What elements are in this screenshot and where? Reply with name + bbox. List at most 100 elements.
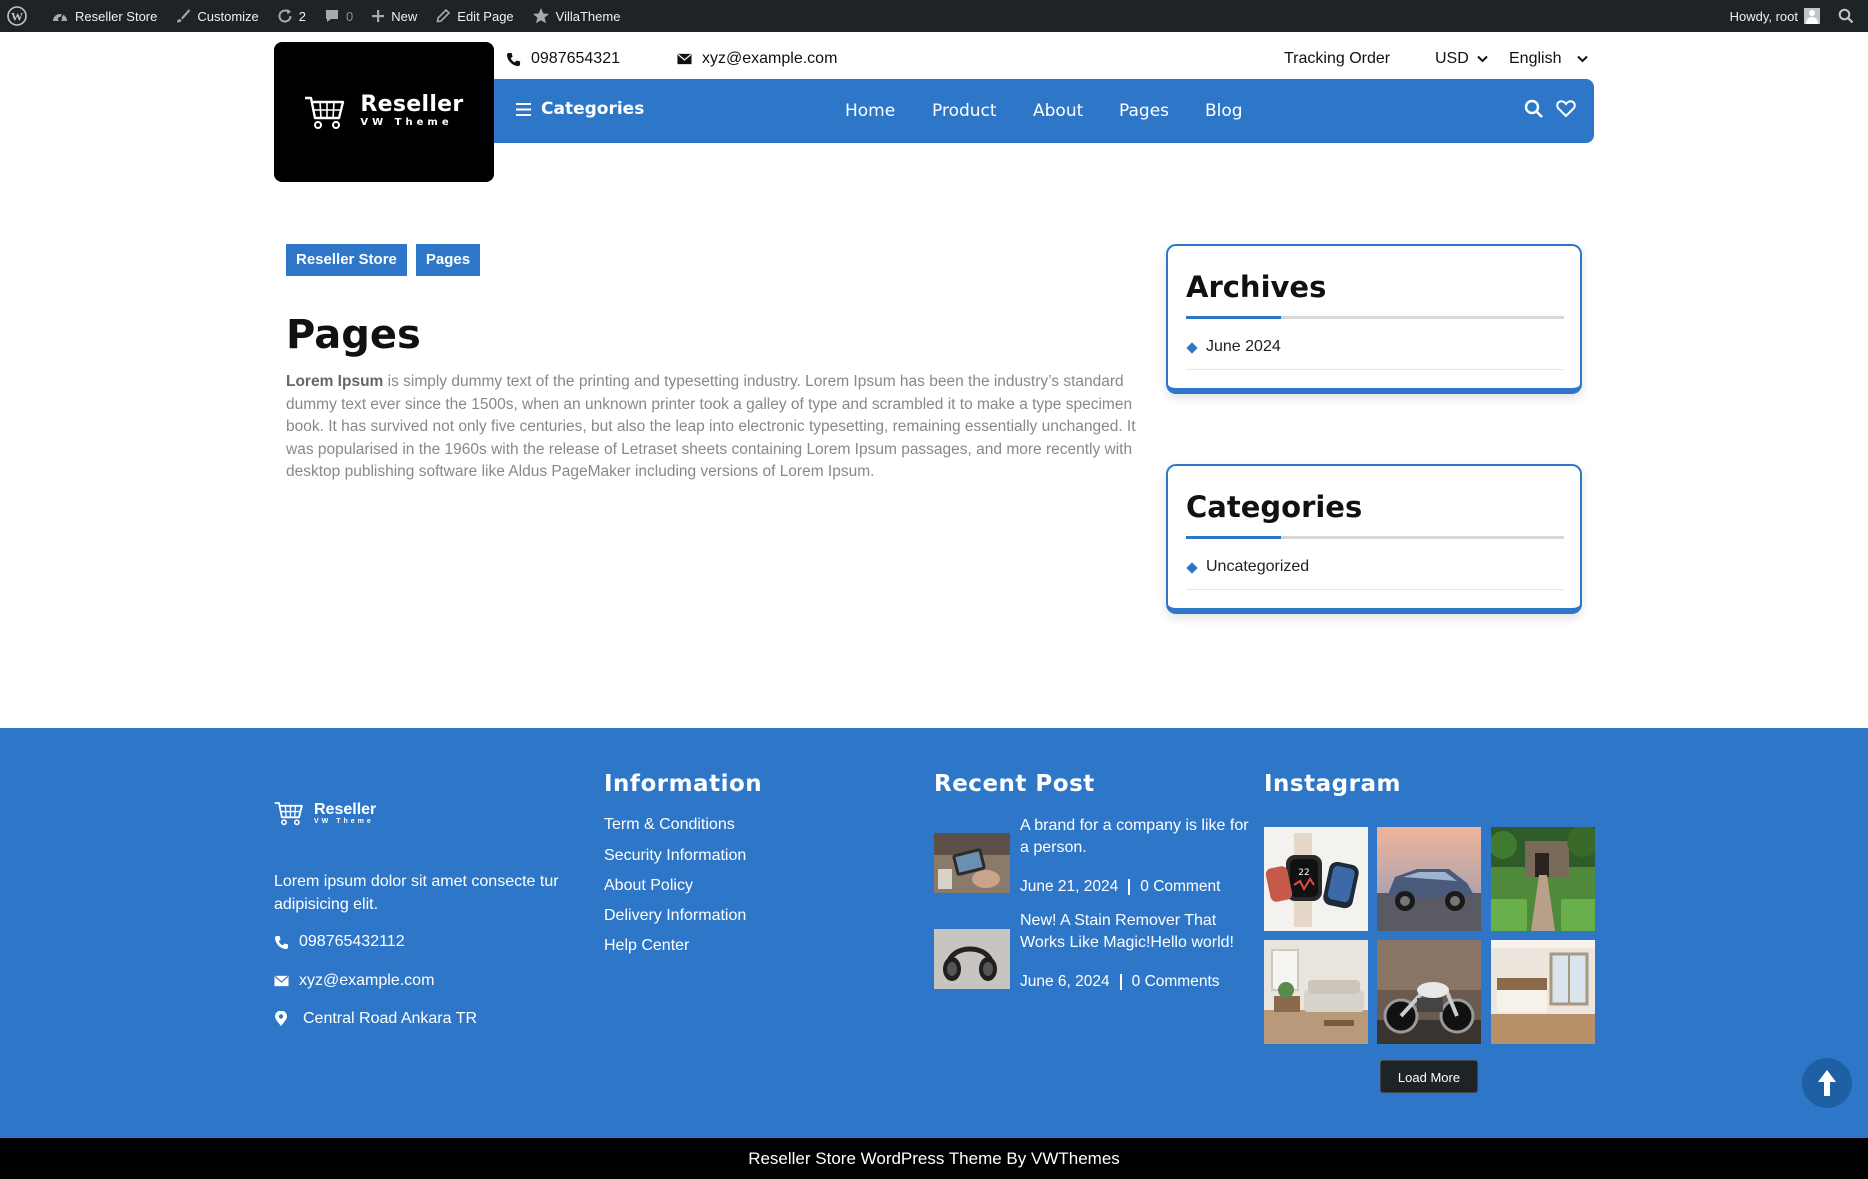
recent-post-comments[interactable]: 0 Comments xyxy=(1132,973,1220,991)
villatheme-menu[interactable]: VillaTheme xyxy=(523,0,630,32)
hamburger-icon xyxy=(516,102,531,116)
information-heading: Information xyxy=(604,771,763,797)
nav-product[interactable]: Product xyxy=(932,101,997,121)
footer-email-text: xyz@example.com xyxy=(299,972,435,989)
footer-link-about-policy[interactable]: About Policy xyxy=(604,877,693,895)
nav-pages[interactable]: Pages xyxy=(1119,101,1169,121)
categories-widget: Categories Uncategorized xyxy=(1166,464,1582,614)
language-select[interactable]: English xyxy=(1509,50,1598,68)
footer-logo[interactable]: Reseller VW Theme xyxy=(274,800,376,826)
footer-link-security[interactable]: Security Information xyxy=(604,847,746,865)
updates-icon xyxy=(278,9,292,23)
recent-post-title[interactable]: New! A Stain Remover That Works Like Mag… xyxy=(1020,910,1260,954)
admin-search-button[interactable] xyxy=(1829,0,1868,32)
meta-divider xyxy=(1119,974,1122,990)
site-logo[interactable]: Reseller VW Theme xyxy=(274,42,494,182)
archives-widget: Archives June 2024 xyxy=(1166,244,1582,394)
page-title: Pages xyxy=(286,312,421,358)
villatheme-label: VillaTheme xyxy=(555,8,621,24)
recent-post-title[interactable]: A brand for a company is like for a pers… xyxy=(1020,815,1260,859)
post-image-phone-desk xyxy=(934,833,1010,893)
search-icon[interactable] xyxy=(1524,99,1544,119)
logo-subtitle: VW Theme xyxy=(360,117,453,128)
logo-title: Reseller xyxy=(360,92,464,117)
category-item-uncategorized[interactable]: Uncategorized xyxy=(1186,558,1564,590)
new-content-menu[interactable]: New xyxy=(362,0,426,32)
nav-home[interactable]: Home xyxy=(845,101,895,121)
footer-email[interactable]: xyz@example.com xyxy=(274,972,434,990)
categories-menu-button[interactable]: Categories xyxy=(516,99,644,119)
top-info-bar: 0987654321 xyz@example.com Tracking Orde… xyxy=(494,42,1594,78)
footer-address-text: Central Road Ankara TR xyxy=(303,1010,478,1027)
site-name-label: Reseller Store xyxy=(75,8,158,24)
tracking-order-link[interactable]: Tracking Order xyxy=(1284,50,1390,68)
footer-link-help-center[interactable]: Help Center xyxy=(604,937,689,955)
footer-logo-subtitle: VW Theme xyxy=(314,817,374,825)
instagram-photo xyxy=(1377,827,1481,931)
categories-label: Categories xyxy=(541,99,645,119)
my-account-menu[interactable]: Howdy, root xyxy=(1721,0,1829,32)
breadcrumb-current: Pages xyxy=(415,244,481,276)
instagram-image-motorcycle[interactable] xyxy=(1377,940,1481,1044)
categories-title: Categories xyxy=(1186,490,1363,524)
instagram-image-garden-path[interactable] xyxy=(1491,827,1595,931)
instagram-image-car[interactable] xyxy=(1377,827,1481,931)
phone-icon xyxy=(274,935,289,949)
header-email-text: xyz@example.com xyxy=(702,50,838,67)
instagram-photo xyxy=(1491,940,1595,1044)
recent-post-comments[interactable]: 0 Comment xyxy=(1140,878,1220,896)
breadcrumb-home[interactable]: Reseller Store xyxy=(286,244,407,276)
footer-phone-text: 098765432112 xyxy=(299,933,405,950)
nav-about[interactable]: About xyxy=(1033,101,1083,121)
instagram-photo xyxy=(1491,827,1595,931)
widget-underline xyxy=(1186,536,1564,539)
header-phone[interactable]: 0987654321 xyxy=(506,50,620,68)
footer-phone[interactable]: 098765432112 xyxy=(274,933,405,951)
customize-label: Customize xyxy=(197,8,259,24)
header-email[interactable]: xyz@example.com xyxy=(677,50,837,68)
updates-link[interactable]: 2 xyxy=(268,0,315,32)
instagram-image-bedroom[interactable] xyxy=(1491,940,1595,1044)
instagram-image-smartwatch[interactable]: 22 xyxy=(1264,827,1368,931)
instagram-photo xyxy=(1377,940,1481,1044)
wordpress-logo-menu[interactable]: W xyxy=(0,0,42,32)
load-more-button[interactable]: Load More xyxy=(1380,1060,1478,1093)
footer-link-delivery[interactable]: Delivery Information xyxy=(604,907,746,925)
footer-description: Lorem ipsum dolor sit amet consecte tur … xyxy=(274,873,559,913)
paintbrush-icon xyxy=(177,9,191,23)
svg-text:W: W xyxy=(11,10,23,24)
archive-item-label: June 2024 xyxy=(1206,338,1281,355)
edit-page-link[interactable]: Edit Page xyxy=(426,0,522,32)
instagram-heading: Instagram xyxy=(1264,771,1401,797)
archive-item-june-2024[interactable]: June 2024 xyxy=(1186,338,1564,370)
chevron-down-icon xyxy=(1477,55,1488,63)
currency-select[interactable]: USD xyxy=(1435,50,1498,68)
phone-icon xyxy=(506,52,521,66)
copyright-text[interactable]: Reseller Store WordPress Theme By VWThem… xyxy=(748,1149,1120,1168)
star-icon xyxy=(532,8,549,24)
diamond-bullet-icon xyxy=(1186,562,1198,574)
scroll-to-top-button[interactable] xyxy=(1802,1058,1852,1108)
comments-link[interactable]: 0 xyxy=(315,0,362,32)
wp-admin-bar: W Reseller Store Customize 2 0 New Edit … xyxy=(0,0,1868,32)
heart-icon[interactable] xyxy=(1556,99,1576,118)
plus-icon xyxy=(372,10,385,22)
site-name-menu[interactable]: Reseller Store xyxy=(42,0,166,32)
recent-post-thumbnail[interactable] xyxy=(934,929,1010,989)
recent-post-date[interactable]: June 6, 2024 xyxy=(1020,973,1110,991)
recent-post-meta: June 21, 2024 0 Comment xyxy=(1020,878,1220,896)
footer-link-terms[interactable]: Term & Conditions xyxy=(604,816,735,834)
envelope-icon xyxy=(274,975,289,987)
recent-post-date[interactable]: June 21, 2024 xyxy=(1020,878,1118,896)
language-value: English xyxy=(1509,50,1562,67)
currency-value: USD xyxy=(1435,50,1469,67)
recent-post-thumbnail[interactable] xyxy=(934,833,1010,893)
updates-count: 2 xyxy=(298,8,307,24)
customize-link[interactable]: Customize xyxy=(166,0,267,32)
howdy-label: Howdy, root xyxy=(1729,8,1798,24)
shopping-cart-icon xyxy=(274,802,303,826)
diamond-bullet-icon xyxy=(1186,342,1198,354)
nav-blog[interactable]: Blog xyxy=(1205,101,1243,121)
header-phone-text: 0987654321 xyxy=(531,50,620,67)
instagram-image-living-room[interactable] xyxy=(1264,940,1368,1044)
